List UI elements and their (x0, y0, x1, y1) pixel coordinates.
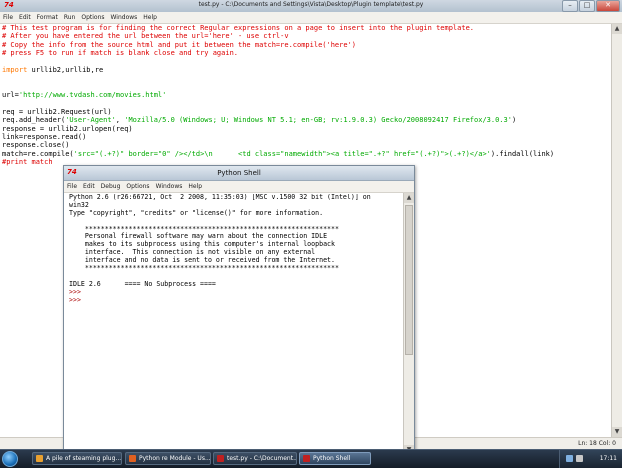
code-line: req.add_header('User-Agent', 'Mozilla/5.… (2, 116, 610, 124)
menu-run[interactable]: Run (61, 12, 79, 23)
app-icon (36, 455, 43, 462)
shell-prompt: >>> (69, 295, 85, 304)
taskbar-button-label: Python Shell (313, 455, 351, 462)
shell-menu-windows[interactable]: Windows (153, 181, 186, 192)
close-button[interactable]: ✕ (596, 0, 620, 12)
shell-menu-bar: File Edit Debug Options Windows Help (64, 181, 414, 193)
editor-menu-bar: File Edit Format Run Options Windows Help (0, 12, 622, 24)
code-token: , (115, 116, 125, 125)
shell-menu-debug[interactable]: Debug (98, 181, 124, 192)
code-token: #print match (2, 158, 53, 167)
code-token: # press F5 to run if match is blank clos… (2, 49, 239, 58)
taskbar-button-label: Python re Module - Us... (139, 455, 211, 462)
editor-window-title: test.py - C:\Documents and Settings\Vist… (198, 1, 424, 8)
scroll-up-icon[interactable]: ▲ (404, 193, 414, 203)
minimize-button[interactable]: – (562, 0, 578, 12)
code-token: 'User-Agent' (65, 116, 116, 125)
code-line: link=response.read() (2, 133, 610, 141)
shell-title-bar[interactable]: 74 Python Shell (64, 166, 414, 181)
scrollbar-thumb[interactable] (405, 205, 413, 355)
cursor-position: Ln: 18 Col: 0 (578, 440, 616, 447)
code-token: response = urllib2.urlopen(req) (2, 124, 133, 133)
taskbar-button[interactable]: Python re Module - Us... (125, 452, 211, 465)
code-line: import urllib2,urllib,re (2, 66, 610, 74)
scroll-up-icon[interactable]: ▲ (612, 24, 622, 34)
menu-windows[interactable]: Windows (108, 12, 141, 23)
code-line: match=re.compile('src="(.+?)" border="0"… (2, 150, 610, 158)
maximize-button[interactable]: □ (579, 0, 595, 12)
taskbar-button[interactable]: A pile of steaming plug... (32, 452, 122, 465)
editor-window-controls: – □ ✕ (562, 0, 620, 12)
code-token: url= (2, 91, 19, 100)
code-token: link=response.read() (2, 133, 87, 142)
shell-line: ****************************************… (69, 264, 339, 273)
code-token: 'src="(.+?)" border="0" /></td>\n <td cl… (73, 149, 491, 158)
code-token: 'http://www.tvdash.com/movies.html' (18, 91, 167, 100)
menu-edit[interactable]: Edit (16, 12, 34, 23)
editor-vertical-scrollbar[interactable]: ▲ ▼ (611, 24, 622, 437)
code-token: import (2, 65, 28, 74)
code-line: req = urllib2.Request(url) (2, 108, 610, 116)
code-token: req = urllib2.Request(url) (2, 107, 112, 116)
code-token: ).findall(link) (490, 149, 555, 158)
code-line: # This test program is for finding the c… (2, 24, 610, 32)
code-line: response = urllib2.urlopen(req) (2, 125, 610, 133)
shell-menu-file[interactable]: File (64, 181, 80, 192)
scroll-down-icon[interactable]: ▼ (612, 427, 622, 437)
taskbar-button[interactable]: test.py - C:\Document... (213, 452, 297, 465)
start-button[interactable] (2, 451, 18, 467)
volume-icon[interactable] (576, 455, 583, 462)
code-token: match=re.compile( (2, 149, 74, 158)
shell-line: IDLE 2.6 ==== No Subprocess ==== (69, 279, 216, 288)
code-line: response.close() (2, 141, 610, 149)
code-token: ) (511, 116, 517, 125)
taskbar-button-label: A pile of steaming plug... (46, 455, 122, 462)
taskbar-clock[interactable]: 17:11 (600, 455, 617, 462)
code-line: # After you have entered the url between… (2, 32, 610, 40)
shell-output[interactable]: Python 2.6 (r26:66721, Oct 2 2008, 11:35… (69, 194, 403, 452)
menu-options[interactable]: Options (78, 12, 107, 23)
menu-file[interactable]: File (0, 12, 16, 23)
taskbar-button[interactable]: Python Shell (299, 452, 371, 465)
app-icon (217, 455, 224, 462)
app-icon (303, 455, 310, 462)
code-token: req.add_header( (2, 116, 66, 125)
system-tray: 17:11 (559, 450, 622, 468)
shell-window-title: Python Shell (217, 169, 261, 177)
code-line: url='http://www.tvdash.com/movies.html' (2, 91, 610, 99)
shell-menu-edit[interactable]: Edit (80, 181, 98, 192)
shell-prompt: >>> (69, 287, 85, 296)
shell-line: Type "copyright", "credits" or "license(… (69, 208, 324, 217)
code-token: # This test program is for finding the c… (2, 24, 475, 32)
code-token: # After you have entered the url between… (2, 32, 289, 41)
shell-menu-options[interactable]: Options (123, 181, 152, 192)
shell-menu-help[interactable]: Help (185, 181, 205, 192)
menu-format[interactable]: Format (34, 12, 61, 23)
app-icon (129, 455, 136, 462)
network-icon[interactable] (566, 455, 573, 462)
code-token: response.close() (2, 141, 70, 150)
windows-taskbar: 17:11 A pile of steaming plug... Python r… (0, 449, 622, 468)
shell-line: Python 2.6 (r26:66721, Oct 2 2008, 11:35… (69, 194, 371, 201)
menu-help[interactable]: Help (140, 12, 160, 23)
code-line: # Copy the info from the source html and… (2, 41, 610, 49)
code-line: # press F5 to run if match is blank clos… (2, 49, 610, 57)
code-token: # Copy the info from the source html and… (2, 40, 357, 49)
shell-vertical-scrollbar[interactable]: ▲ ▼ (403, 193, 414, 455)
code-token: 'Mozilla/5.0 (Windows; U; Windows NT 5.1… (124, 116, 512, 125)
code-token: urllib2,urllib,re (27, 65, 104, 74)
taskbar-button-label: test.py - C:\Document... (227, 455, 297, 462)
python-shell-window: 74 Python Shell File Edit Debug Options Wind… (63, 165, 415, 457)
